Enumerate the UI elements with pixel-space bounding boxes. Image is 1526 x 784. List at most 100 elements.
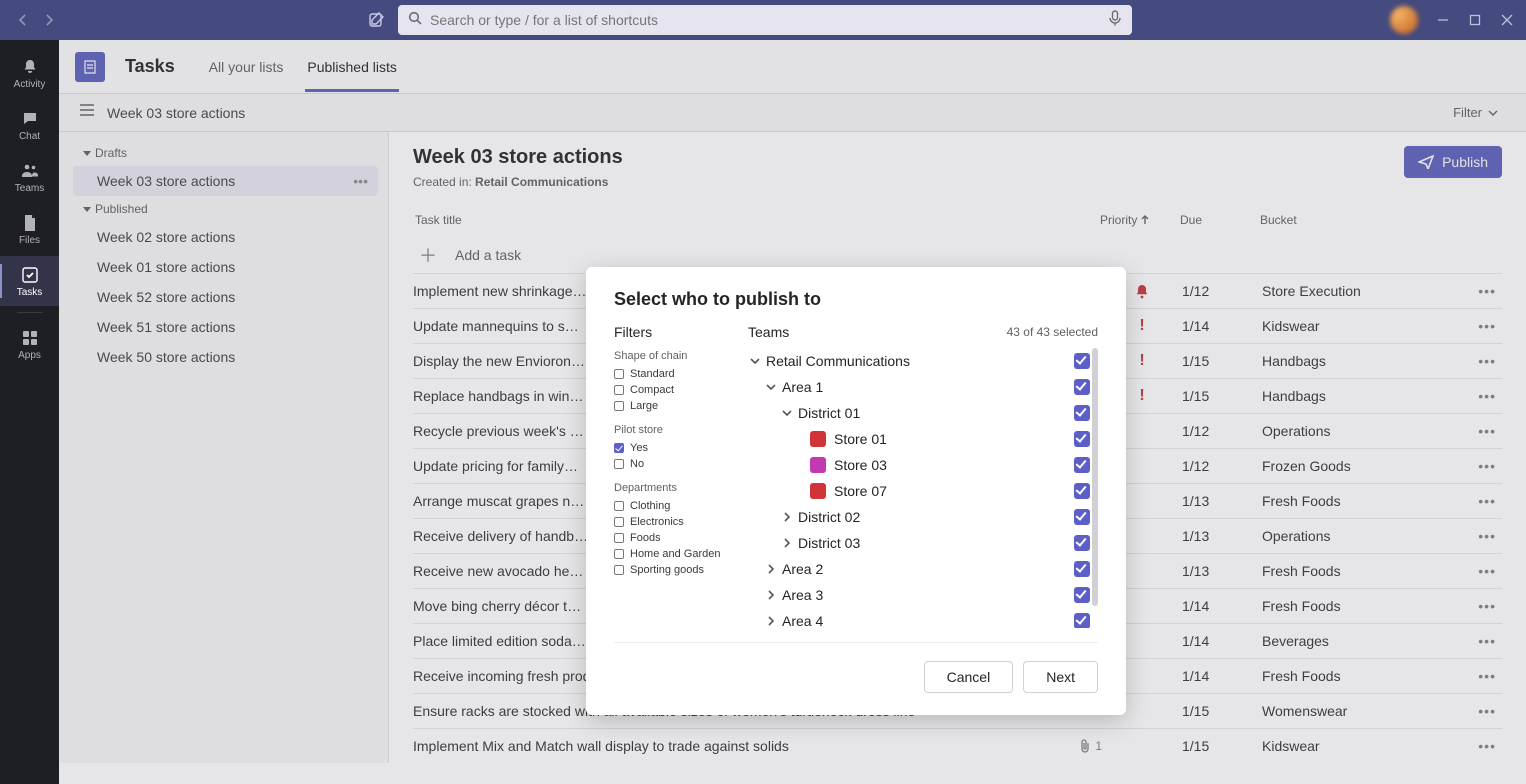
tree-checkbox[interactable] [1074,379,1090,395]
tree-scrollbar[interactable] [1092,348,1098,628]
chevron-right-icon[interactable] [780,512,794,522]
rail-apps[interactable]: Apps [0,319,59,369]
tree-row[interactable]: District 02 [748,504,1090,530]
tree-row[interactable]: District 03 [748,530,1090,556]
checkbox-icon [614,385,624,395]
tree-label: Area 3 [782,587,1074,603]
chevron-right-icon[interactable] [764,616,778,626]
tree-row[interactable]: Store 01 [748,426,1090,452]
tree-label: Store 01 [834,431,1074,447]
filter-category: Departments [614,482,724,494]
tree-row[interactable]: Area 2 [748,556,1090,582]
publish-modal: Select who to publish to Filters Shape o… [586,267,1126,715]
tree-checkbox[interactable] [1074,561,1090,577]
compose-icon[interactable] [364,7,390,33]
tree-row[interactable]: Retail Communications [748,348,1090,374]
tree-label: Area 4 [782,613,1074,628]
tree-label: District 03 [798,535,1074,551]
filter-option[interactable]: Yes [614,440,724,456]
checkbox-icon [614,533,624,543]
files-icon [20,213,40,233]
team-avatar-icon [810,431,826,447]
rail-chat[interactable]: Chat [0,100,59,150]
tree-checkbox[interactable] [1074,613,1090,628]
chevron-right-icon[interactable] [764,590,778,600]
tree-label: Store 07 [834,483,1074,499]
rail-activity[interactable]: Activity [0,48,59,98]
tree-checkbox[interactable] [1074,509,1090,525]
search-icon [408,11,422,30]
filter-option[interactable]: Large [614,398,724,414]
avatar[interactable] [1390,6,1418,34]
rail-tasks[interactable]: Tasks [0,256,59,306]
rail-label: Apps [18,350,41,361]
tasks-icon [20,265,40,285]
rail-label: Teams [15,183,44,194]
tree-checkbox[interactable] [1074,483,1090,499]
rail-teams[interactable]: Teams [0,152,59,202]
tree-label: District 02 [798,509,1074,525]
cancel-button[interactable]: Cancel [924,661,1014,693]
tree-checkbox[interactable] [1074,431,1090,447]
filter-category: Shape of chain [614,350,724,362]
chevron-down-icon[interactable] [780,408,794,418]
maximize-icon[interactable] [1468,13,1482,27]
close-icon[interactable] [1500,13,1514,27]
search-box[interactable] [398,5,1132,35]
people-icon [20,161,40,181]
tree-row[interactable]: District 01 [748,400,1090,426]
teams-selected-count: 43 of 43 selected [1007,325,1098,339]
chevron-down-icon[interactable] [764,382,778,392]
teams-tree: Retail CommunicationsArea 1District 01 St… [748,348,1098,628]
bell-icon [20,57,40,77]
filter-category: Pilot store [614,424,724,436]
tree-checkbox[interactable] [1074,587,1090,603]
chevron-right-icon[interactable] [780,538,794,548]
filter-option[interactable]: Compact [614,382,724,398]
filter-option[interactable]: Standard [614,366,724,382]
tree-row[interactable]: Store 03 [748,452,1090,478]
minimize-icon[interactable] [1436,13,1450,27]
rail-separator [17,312,43,313]
team-avatar-icon [810,483,826,499]
app-rail: Activity Chat Teams Files Tasks Apps [0,40,59,784]
apps-icon [20,328,40,348]
tree-row[interactable]: Area 4 [748,608,1090,628]
filter-option[interactable]: Electronics [614,514,724,530]
search-input[interactable] [430,12,1100,28]
filter-option[interactable]: Clothing [614,498,724,514]
next-button[interactable]: Next [1023,661,1098,693]
tree-checkbox[interactable] [1074,405,1090,421]
teams-heading: Teams [748,324,789,340]
team-avatar-icon [810,457,826,473]
mic-icon[interactable] [1108,10,1122,31]
filter-option[interactable]: No [614,456,724,472]
filter-option[interactable]: Sporting goods [614,562,724,578]
rail-files[interactable]: Files [0,204,59,254]
filter-option[interactable]: Home and Garden [614,546,724,562]
rail-label: Files [19,235,40,246]
chat-icon [20,109,40,129]
checkbox-icon [614,565,624,575]
back-icon[interactable] [16,13,30,27]
chevron-down-icon[interactable] [748,356,762,366]
checkbox-icon [614,549,624,559]
checkbox-icon [614,517,624,527]
modal-teams: Teams 43 of 43 selected Retail Communica… [748,324,1098,628]
filter-option[interactable]: Foods [614,530,724,546]
tree-row[interactable]: Area 3 [748,582,1090,608]
rail-label: Chat [19,131,40,142]
tree-checkbox[interactable] [1074,353,1090,369]
checkbox-icon [614,443,624,453]
tree-checkbox[interactable] [1074,535,1090,551]
title-bar [0,0,1526,40]
tree-row[interactable]: Store 07 [748,478,1090,504]
tree-row[interactable]: Area 1 [748,374,1090,400]
tree-checkbox[interactable] [1074,457,1090,473]
rail-label: Activity [14,79,46,90]
tree-label: Store 03 [834,457,1074,473]
filters-heading: Filters [614,324,724,340]
forward-icon[interactable] [42,13,56,27]
chevron-right-icon[interactable] [764,564,778,574]
checkbox-icon [614,501,624,511]
